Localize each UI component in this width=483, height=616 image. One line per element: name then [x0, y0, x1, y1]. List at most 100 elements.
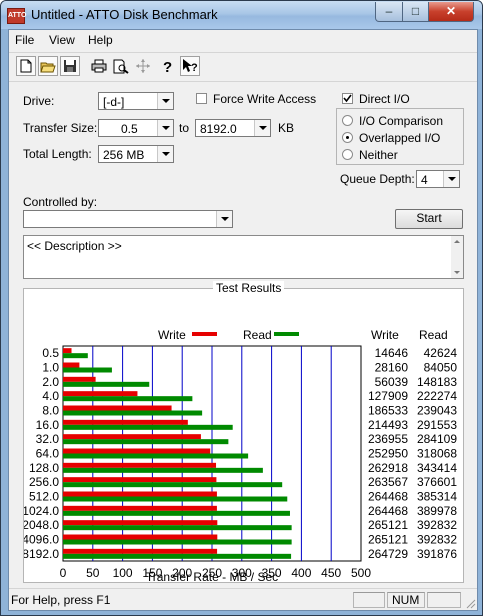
- status-bar: For Help, press F1 NUM: [9, 588, 477, 611]
- legend-write-swatch: [192, 332, 217, 336]
- maximize-button[interactable]: □: [402, 2, 429, 22]
- chevron-down-icon[interactable]: [157, 120, 173, 136]
- to-label: to: [179, 121, 190, 135]
- x-tick-label: 400: [291, 566, 311, 580]
- context-help-icon[interactable]: ?: [180, 56, 200, 76]
- write-bar: [63, 391, 138, 397]
- status-text: For Help, press F1: [11, 593, 111, 607]
- read-value: 148183: [417, 375, 457, 389]
- legend-read-label: Read: [243, 328, 272, 342]
- transfer-to-select[interactable]: 8192.0: [195, 119, 271, 137]
- write-value: 263567: [368, 475, 408, 489]
- io-comparison-label: I/O Comparison: [359, 114, 444, 128]
- write-value: 262918: [368, 461, 408, 475]
- x-tick-label: 500: [351, 566, 371, 580]
- minimize-button[interactable]: –: [375, 2, 403, 22]
- description-box[interactable]: << Description >>: [23, 235, 464, 279]
- chevron-down-icon[interactable]: [157, 93, 173, 109]
- print-preview-icon[interactable]: [111, 56, 131, 76]
- title-bar[interactable]: ATTO Untitled - ATTO Disk Benchmark – □ …: [1, 1, 482, 29]
- transfer-from-select[interactable]: 0.5: [98, 119, 174, 137]
- write-bar: [63, 348, 72, 354]
- read-value: 389978: [417, 504, 457, 518]
- y-category-label: 8192.0: [24, 547, 59, 561]
- menu-bar: File View Help: [9, 30, 477, 49]
- chevron-down-icon[interactable]: [443, 171, 459, 187]
- controlled-by-label: Controlled by:: [23, 195, 98, 209]
- svg-text:?: ?: [191, 62, 198, 74]
- write-bar: [63, 520, 218, 526]
- write-value: 264468: [368, 504, 408, 518]
- read-bar: [63, 410, 203, 416]
- write-bar: [63, 548, 218, 554]
- move-icon[interactable]: [133, 56, 153, 76]
- direct-io-label: Direct I/O: [359, 92, 410, 106]
- read-value: 222274: [417, 389, 457, 403]
- x-tick-label: 0: [60, 566, 67, 580]
- drive-label: Drive:: [23, 94, 55, 108]
- close-button[interactable]: ✕: [428, 2, 474, 22]
- y-category-label: 64.0: [36, 447, 60, 461]
- menu-view[interactable]: View: [49, 33, 75, 47]
- legend-read-swatch: [274, 332, 299, 336]
- client-area: File View Help ? ? Drive: [-d-] Force Wr…: [8, 29, 478, 611]
- read-value: 376601: [417, 475, 457, 489]
- queue-depth-value: 4: [421, 173, 428, 187]
- read-value: 42624: [424, 346, 458, 360]
- neither-radio[interactable]: [342, 149, 353, 160]
- chevron-down-icon[interactable]: [216, 211, 232, 227]
- write-bar: [63, 448, 211, 454]
- print-icon[interactable]: [89, 56, 109, 76]
- save-icon[interactable]: [60, 56, 80, 76]
- read-value: 284109: [417, 432, 457, 446]
- menu-help[interactable]: Help: [88, 33, 113, 47]
- write-value: 56039: [375, 375, 409, 389]
- drive-value: [-d-]: [103, 95, 125, 109]
- description-scrollbar[interactable]: [451, 236, 463, 278]
- y-category-label: 512.0: [29, 490, 59, 504]
- read-bar: [63, 525, 292, 531]
- y-category-label: 16.0: [36, 418, 60, 432]
- column-header-read: Read: [419, 328, 448, 342]
- force-write-label: Force Write Access: [213, 92, 317, 106]
- write-bar: [63, 462, 217, 468]
- y-category-label: 0.5: [42, 346, 59, 360]
- menu-file[interactable]: File: [15, 33, 34, 47]
- y-category-label: 256.0: [29, 475, 59, 489]
- overlapped-io-radio[interactable]: [342, 132, 353, 143]
- controlled-by-select[interactable]: [23, 210, 233, 228]
- write-bar: [63, 405, 172, 411]
- chevron-down-icon[interactable]: [157, 146, 173, 162]
- read-bar: [63, 467, 263, 473]
- window-title: Untitled - ATTO Disk Benchmark: [31, 7, 218, 22]
- write-bar: [63, 376, 96, 382]
- x-tick-label: 50: [86, 566, 100, 580]
- force-write-checkbox[interactable]: [196, 93, 207, 104]
- io-comparison-radio[interactable]: [342, 115, 353, 126]
- write-value: 264468: [368, 490, 408, 504]
- write-value: 14646: [375, 346, 409, 360]
- chevron-down-icon[interactable]: [254, 120, 270, 136]
- test-results-group: Test Results Write Read Write Read 0 50 100 150…: [23, 281, 464, 583]
- drive-select[interactable]: [-d-]: [98, 92, 174, 110]
- start-button[interactable]: Start: [395, 209, 463, 229]
- open-folder-icon[interactable]: [38, 56, 58, 76]
- new-document-icon[interactable]: [16, 56, 36, 76]
- write-value: 264729: [368, 547, 408, 561]
- y-category-label: 128.0: [29, 461, 59, 475]
- queue-depth-select[interactable]: 4: [416, 170, 460, 188]
- neither-label: Neither: [359, 148, 398, 162]
- legend-write-label: Write: [158, 328, 186, 342]
- write-bar: [63, 434, 201, 440]
- resize-grip-icon[interactable]: [464, 597, 476, 609]
- app-icon: ATTO: [7, 8, 26, 24]
- queue-depth-label: Queue Depth:: [340, 172, 415, 186]
- write-value: 127909: [368, 389, 408, 403]
- direct-io-checkbox[interactable]: [342, 93, 353, 104]
- read-bar: [63, 539, 292, 545]
- write-bar: [63, 362, 80, 368]
- description-text: << Description >>: [27, 239, 122, 253]
- help-icon[interactable]: ?: [158, 56, 178, 76]
- total-length-select[interactable]: 256 MB: [98, 145, 174, 163]
- write-value: 252950: [368, 447, 408, 461]
